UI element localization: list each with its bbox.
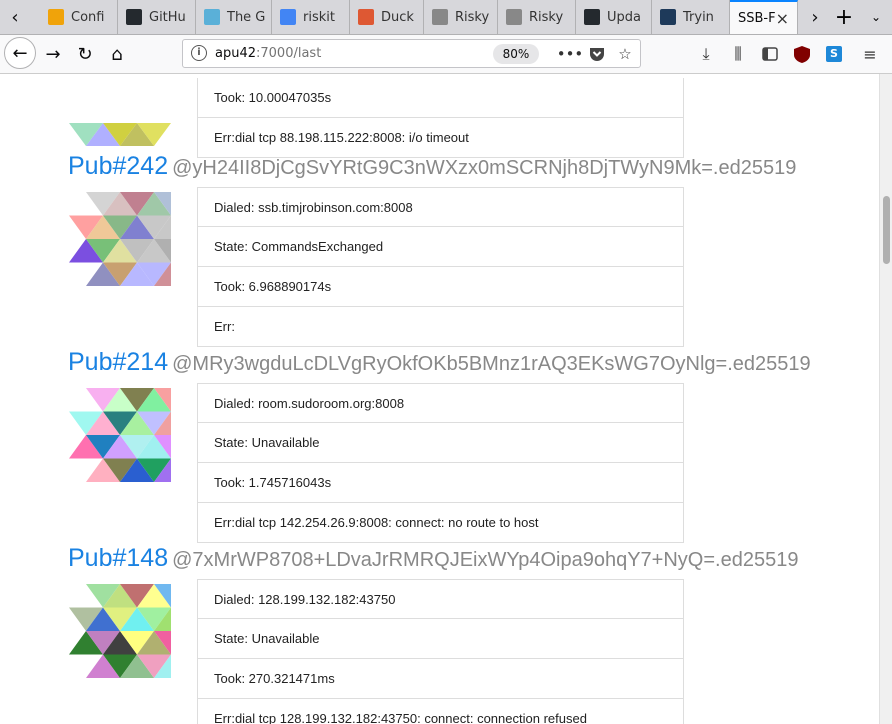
- page-scrollbar[interactable]: [879, 74, 892, 724]
- err-entry: Err:dial tcp 142.254.26.9:8008: connect:…: [197, 503, 684, 543]
- zoom-level-button[interactable]: 80%: [493, 44, 539, 64]
- pub-identicon: [69, 74, 171, 148]
- tab-label: Confi: [71, 9, 105, 25]
- page-content: Took: 10.00047035s Err:dial tcp 88.198.1…: [0, 74, 879, 724]
- state-entry: State: CommandsExchanged: [197, 227, 684, 267]
- page-icon: [506, 9, 522, 25]
- took-entry: Took: 6.968890174s: [197, 267, 684, 307]
- reload-button[interactable]: ↻: [70, 39, 100, 69]
- pub-name-link[interactable]: Pub#148: [68, 544, 168, 572]
- page-icon: [204, 9, 220, 25]
- dialed-entry: Dialed: ssb.timjrobinson.com:8008: [197, 187, 684, 227]
- list-all-tabs-icon[interactable]: ⌄: [860, 0, 892, 34]
- tab-label: riskit: [303, 9, 335, 25]
- pub-key: @7xMrWP8708+LDvaJrRMRQJEixWYp4Oipa9ohqY7…: [172, 549, 799, 571]
- dialed-entry: Dialed: 128.199.132.182:43750: [197, 579, 684, 619]
- url-text[interactable]: apu42:7000/last: [215, 46, 321, 61]
- github-icon: [584, 9, 600, 25]
- page-icon: [432, 9, 448, 25]
- pub-identicon: [69, 192, 205, 286]
- tab-2[interactable]: The G: [196, 0, 272, 34]
- pub-entries: Dialed: 128.199.132.182:43750 State: Unav…: [197, 579, 684, 724]
- nav-bar: ← → ↻ ⌂ i apu42:7000/last 80% ••• ☆ ⤓ ⫼ …: [0, 35, 892, 74]
- tab-4[interactable]: Duck: [350, 0, 424, 34]
- pub-identicon: [69, 388, 205, 482]
- scroll-tabs-left-icon[interactable]: ‹: [0, 0, 30, 34]
- scrollbar-thumb[interactable]: [883, 196, 890, 264]
- github-icon: [126, 9, 142, 25]
- tab-label: Risky: [529, 9, 564, 25]
- tab-label: SSB-F: [738, 10, 776, 26]
- library-icon[interactable]: ⫼: [726, 41, 750, 67]
- tab-label: Risky: [455, 9, 490, 25]
- tab-5[interactable]: Risky: [424, 0, 498, 34]
- pub-name-link[interactable]: Pub#214: [68, 348, 168, 376]
- tab-label: Tryin: [683, 9, 714, 25]
- fediverse-icon: [660, 9, 676, 25]
- tab-label: GitHu: [149, 9, 186, 25]
- tab-7[interactable]: Upda: [576, 0, 652, 34]
- pub-entries: Took: 10.00047035s Err:dial tcp 88.198.1…: [197, 78, 684, 158]
- pub-header: Pub#148 @7xMrWP8708+LDvaJrRMRQJEixWYp4Oip…: [68, 544, 798, 573]
- bookmark-icon: [48, 9, 64, 25]
- state-entry: State: Unavailable: [197, 423, 684, 463]
- duckduckgo-icon: [358, 9, 374, 25]
- back-button[interactable]: ←: [4, 37, 36, 69]
- info-icon[interactable]: i: [191, 45, 207, 61]
- more-icon[interactable]: •••: [557, 43, 584, 65]
- tab-label: Duck: [381, 9, 414, 25]
- pocket-icon[interactable]: [586, 43, 608, 65]
- tab-label: Upda: [607, 9, 641, 25]
- pub-entries: Dialed: ssb.timjrobinson.com:8008 State: …: [197, 187, 684, 347]
- took-entry: Took: 270.321471ms: [197, 659, 684, 699]
- pub-header: Pub#214 @MRy3wgduLcDLVgRyOkfOKb5BMnz1rAQ3…: [68, 348, 811, 377]
- google-icon: [280, 9, 296, 25]
- tab-8[interactable]: Tryin: [652, 0, 730, 34]
- pub-key: @MRy3wgduLcDLVgRyOkfOKb5BMnz1rAQ3EKsWG7O…: [172, 353, 811, 375]
- new-tab-button[interactable]: +: [828, 0, 860, 34]
- forward-button[interactable]: →: [38, 39, 68, 69]
- menu-icon[interactable]: ≡: [858, 41, 882, 67]
- pub-header: Pub#242 @yH24II8DjCgSvYRtG9C3nWXzx0mSCRNj…: [68, 152, 796, 181]
- close-tab-icon[interactable]: ×: [776, 9, 789, 28]
- scroll-tabs-right-icon[interactable]: ›: [800, 0, 830, 34]
- home-button[interactable]: ⌂: [102, 39, 132, 69]
- bookmark-star-icon[interactable]: ☆: [614, 43, 636, 65]
- download-icon[interactable]: ⤓: [694, 41, 718, 67]
- s-extension-icon[interactable]: S: [822, 41, 846, 67]
- tab-3[interactable]: riskit: [272, 0, 350, 34]
- tab-1[interactable]: GitHu: [118, 0, 196, 34]
- tab-0[interactable]: Confi: [40, 0, 118, 34]
- tab-label: The G: [227, 9, 266, 25]
- took-entry: Took: 10.00047035s: [197, 78, 684, 118]
- pub-name-link[interactable]: Pub#242: [68, 152, 168, 180]
- ublock-icon[interactable]: [790, 41, 814, 67]
- tab-6[interactable]: Risky: [498, 0, 576, 34]
- took-entry: Took: 1.745716043s: [197, 463, 684, 503]
- state-entry: State: Unavailable: [197, 619, 684, 659]
- pub-key: @yH24II8DjCgSvYRtG9C3nWXzx0mSCRNjh8DjTWy…: [172, 157, 797, 179]
- tab-9[interactable]: SSB-F ×: [730, 0, 798, 34]
- err-entry: Err:: [197, 307, 684, 347]
- dialed-entry: Dialed: room.sudoroom.org:8008: [197, 383, 684, 423]
- pub-identicon: [69, 584, 205, 678]
- tab-bar: ‹ Confi GitHu The G riskit Duck Risky Risky Upd…: [0, 0, 892, 35]
- url-bar[interactable]: i apu42:7000/last 80% ••• ☆: [182, 39, 641, 68]
- pub-entries: Dialed: room.sudoroom.org:8008 State: Una…: [197, 383, 684, 543]
- sidebar-icon[interactable]: [758, 41, 782, 67]
- err-entry: Err:dial tcp 128.199.132.182:43750: conn…: [197, 699, 684, 724]
